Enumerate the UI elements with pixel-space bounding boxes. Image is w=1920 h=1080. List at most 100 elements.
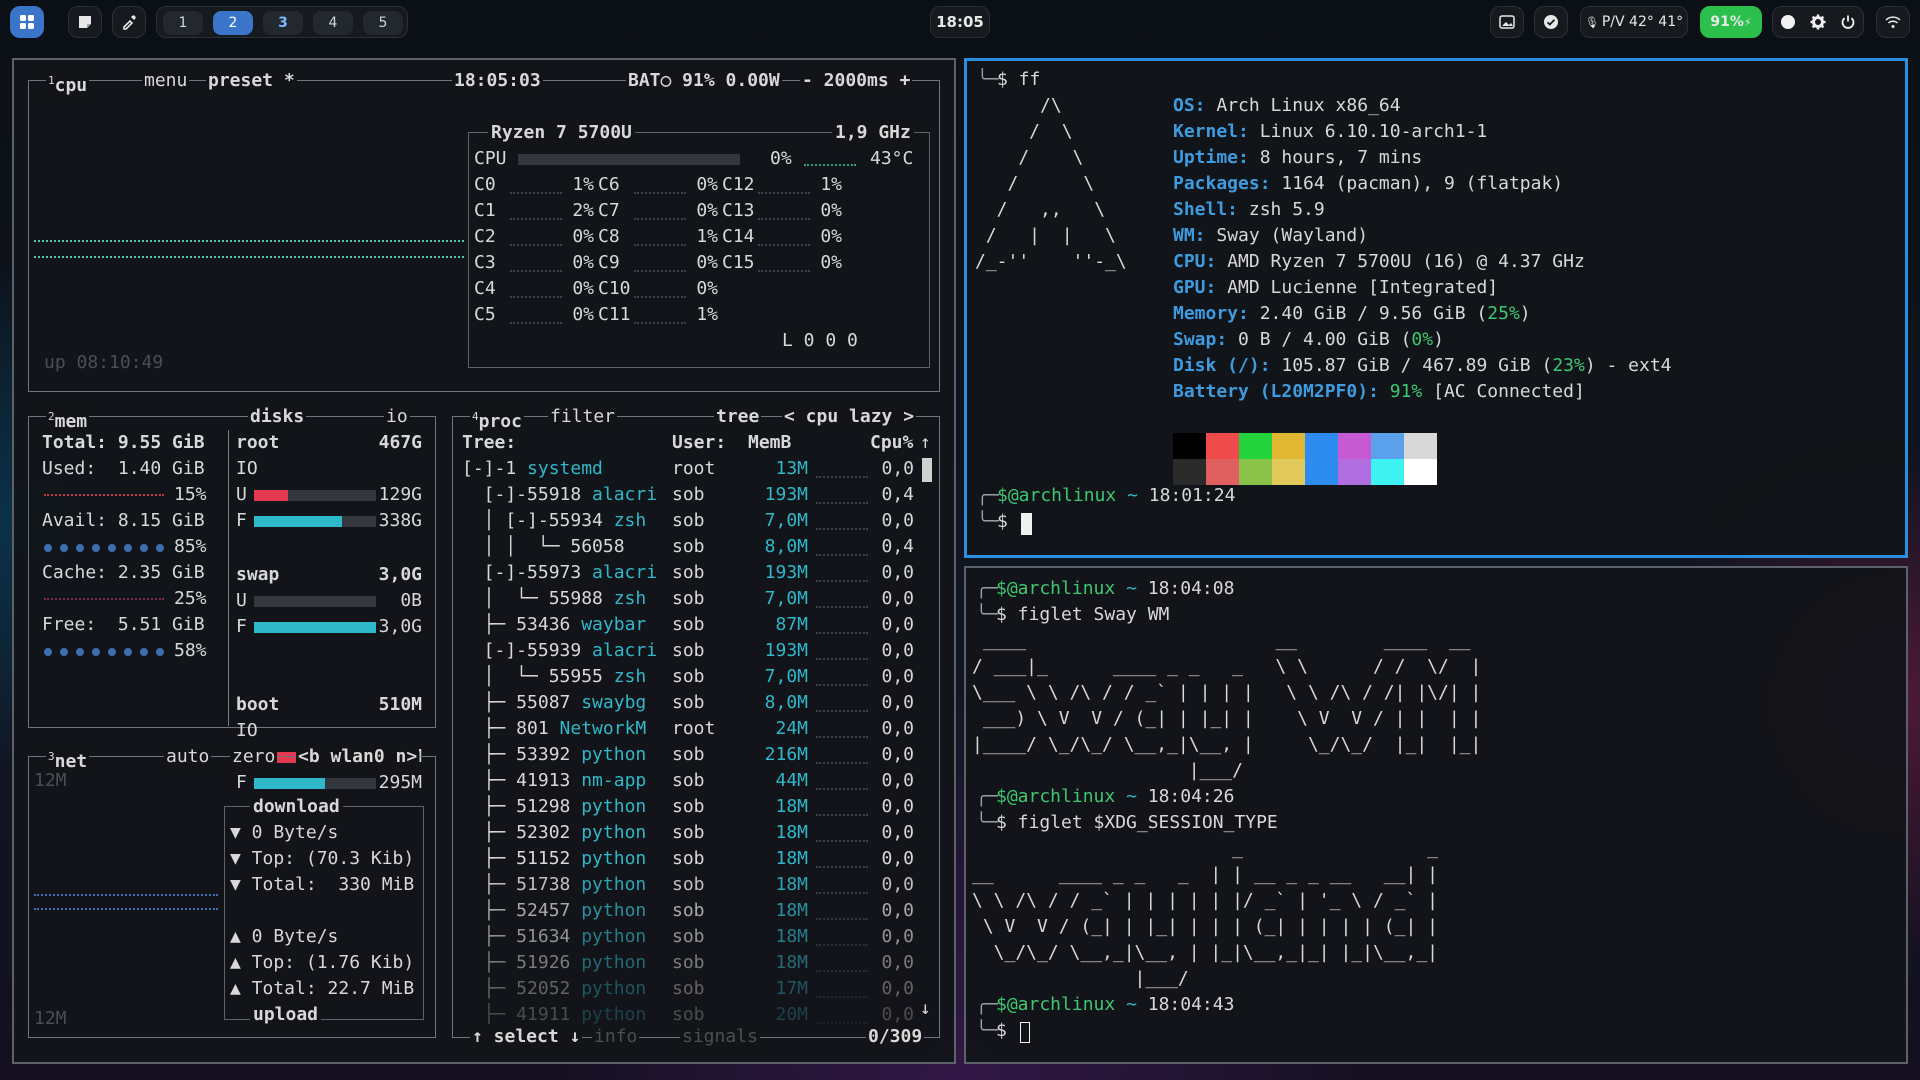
- notes-icon[interactable]: [68, 6, 102, 38]
- disk-used-label: U: [236, 590, 247, 611]
- process-user: sob: [672, 926, 705, 947]
- process-row[interactable]: [-]-55973 alacri: [462, 560, 657, 586]
- prompt-corner-bottom: ╰─: [976, 1020, 998, 1041]
- proc-select[interactable]: ↑ select ↓: [470, 1024, 583, 1050]
- process-row[interactable]: ├─ 55087 swaybg: [462, 690, 647, 716]
- text-cursor[interactable]: [1021, 513, 1032, 535]
- workspace-5[interactable]: 5: [363, 11, 403, 35]
- process-row[interactable]: │ │ └─ 56058: [462, 534, 635, 560]
- command-1: $ figlet Sway WM: [996, 604, 1170, 625]
- fastfetch-terminal[interactable]: ╰─ $ ff /\ / \ / \ / \ / ,, \ / | | \ /_-…: [964, 58, 1908, 558]
- info-row: Battery (L20M2PF0): 91% [AC Connected]: [1173, 379, 1585, 405]
- process-cpu: 0,0: [881, 666, 914, 687]
- info-row: GPU: AMD Lucienne [Integrated]: [1173, 275, 1498, 301]
- process-row[interactable]: ├─ 41913 nm-app: [462, 768, 647, 794]
- net-auto-toggle[interactable]: auto: [164, 744, 212, 770]
- process-pid: ├─ 41911: [462, 1004, 582, 1025]
- process-row[interactable]: ├─ 53392 python: [462, 742, 647, 768]
- info-value: 1164 (pacman), 9 (flatpak): [1270, 173, 1564, 194]
- process-cpu-graph: [816, 580, 868, 582]
- prompt-char: $: [997, 511, 1008, 532]
- process-row[interactable]: ├─ 51926 python: [462, 950, 647, 976]
- workspace-1[interactable]: 1: [163, 11, 203, 35]
- temperature-text: P/V 42° 41°: [1601, 14, 1684, 30]
- process-name: NetworkM: [559, 718, 647, 739]
- cpu-core-pct: 0%: [820, 226, 842, 247]
- process-user: sob: [672, 900, 705, 921]
- net-interface[interactable]: <b wlan0 n>: [296, 744, 420, 770]
- color-picker-icon[interactable]: [112, 6, 146, 38]
- proc-signals[interactable]: signals: [680, 1024, 760, 1050]
- workspace-4[interactable]: 4: [313, 11, 353, 35]
- power-icon[interactable]: [1840, 14, 1856, 30]
- temperature-widget[interactable]: 🎙︎ P/V 42° 41°: [1580, 6, 1688, 38]
- figlet-terminal[interactable]: ╭─ $@archlinux ~ 18:04:08 ╰─ $ figlet Sw…: [964, 566, 1908, 1064]
- proc-sort[interactable]: < cpu lazy >: [782, 404, 917, 430]
- cpu-core-label: C15: [722, 252, 755, 273]
- preset-button[interactable]: preset *: [206, 68, 297, 94]
- proc-header-cpu[interactable]: Cpu%: [870, 430, 913, 456]
- process-row[interactable]: │ └─ 55955 zsh: [462, 664, 647, 690]
- disk-name: boot: [236, 694, 280, 715]
- info-percent: 25%: [1487, 303, 1520, 324]
- proc-scrollbar[interactable]: [922, 458, 932, 482]
- battery-indicator[interactable]: 91% ⚡: [1700, 6, 1762, 38]
- info-key: Swap:: [1173, 329, 1228, 350]
- process-row[interactable]: ├─ 801 NetworkM: [462, 716, 647, 742]
- screenshot-icon[interactable]: [1490, 6, 1524, 38]
- process-row[interactable]: ├─ 52457 python: [462, 898, 647, 924]
- wifi-icon[interactable]: [1876, 6, 1910, 38]
- process-row[interactable]: ├─ 52052 python: [462, 976, 647, 1002]
- update-interval[interactable]: - 2000ms +: [800, 68, 913, 94]
- info-value: [1379, 381, 1390, 402]
- scroll-down-icon[interactable]: ↓: [920, 996, 931, 1022]
- info-value: zsh 5.9: [1238, 199, 1325, 220]
- disk-used-bar: [254, 596, 376, 607]
- figlet-line: |___/: [972, 968, 1449, 989]
- process-row[interactable]: ├─ 51634 python: [462, 924, 647, 950]
- process-row[interactable]: ├─ 51152 python: [462, 846, 647, 872]
- proc-header-mem[interactable]: MemB: [748, 430, 791, 456]
- proc-header-tree[interactable]: Tree:: [462, 430, 516, 456]
- process-row[interactable]: ├─ 51738 python: [462, 872, 647, 898]
- net-zero-toggle[interactable]: zero: [230, 744, 278, 770]
- gear-icon[interactable]: [1810, 14, 1826, 30]
- prompt-corner-bottom: ╰─: [977, 511, 999, 532]
- process-row[interactable]: │ └─ 55988 zsh: [462, 586, 647, 612]
- process-row[interactable]: ├─ 53436 waybar: [462, 612, 647, 638]
- apps-grid-icon[interactable]: [10, 6, 44, 38]
- workspace-2[interactable]: 2: [213, 11, 253, 35]
- proc-filter[interactable]: filter: [548, 404, 618, 430]
- proc-tree-toggle[interactable]: tree: [714, 404, 762, 430]
- battery-text: 91%: [1710, 14, 1744, 30]
- workspace-3[interactable]: 3: [263, 11, 303, 35]
- prompt-time: 18:04:26: [1147, 786, 1235, 807]
- io-toggle[interactable]: io: [384, 404, 410, 430]
- palette-swatch: [1239, 459, 1272, 485]
- process-row[interactable]: [-]-55939 alacri: [462, 638, 657, 664]
- prompt-line-2: $@archlinux ~ 18:04:26: [996, 784, 1234, 810]
- process-row[interactable]: [-]-1 systemd: [462, 456, 603, 482]
- process-cpu: 0,0: [881, 770, 914, 791]
- scroll-up-icon[interactable]: ↑: [920, 430, 931, 456]
- proc-header-user[interactable]: User:: [672, 430, 726, 456]
- disks-title[interactable]: disks: [248, 404, 307, 430]
- text-cursor[interactable]: [1020, 1022, 1030, 1043]
- circle-icon[interactable]: [1780, 14, 1796, 30]
- process-row[interactable]: [-]-55918 alacri: [462, 482, 657, 508]
- disk-free-label: F: [236, 510, 247, 531]
- process-mem: 7,0M: [764, 666, 808, 687]
- proc-info[interactable]: info: [592, 1024, 640, 1050]
- process-row[interactable]: │ [-]-55934 zsh: [462, 508, 647, 534]
- process-cpu-graph: [816, 996, 868, 998]
- cpu-temp: 43°C: [870, 148, 914, 169]
- cpu-box-title[interactable]: 1cpu: [46, 68, 90, 99]
- check-icon[interactable]: [1534, 6, 1568, 38]
- btop-window[interactable]: 1cpu menu preset * 18:05:03 BAT○ 91% 0.0…: [12, 58, 956, 1064]
- menu-button[interactable]: menu: [142, 68, 190, 94]
- clock[interactable]: 18:05: [930, 6, 990, 38]
- prompt-corner-bottom: ╰─: [976, 812, 998, 833]
- process-row[interactable]: ├─ 52302 python: [462, 820, 647, 846]
- process-row[interactable]: ├─ 51298 python: [462, 794, 647, 820]
- process-name: nm-app: [581, 770, 647, 791]
